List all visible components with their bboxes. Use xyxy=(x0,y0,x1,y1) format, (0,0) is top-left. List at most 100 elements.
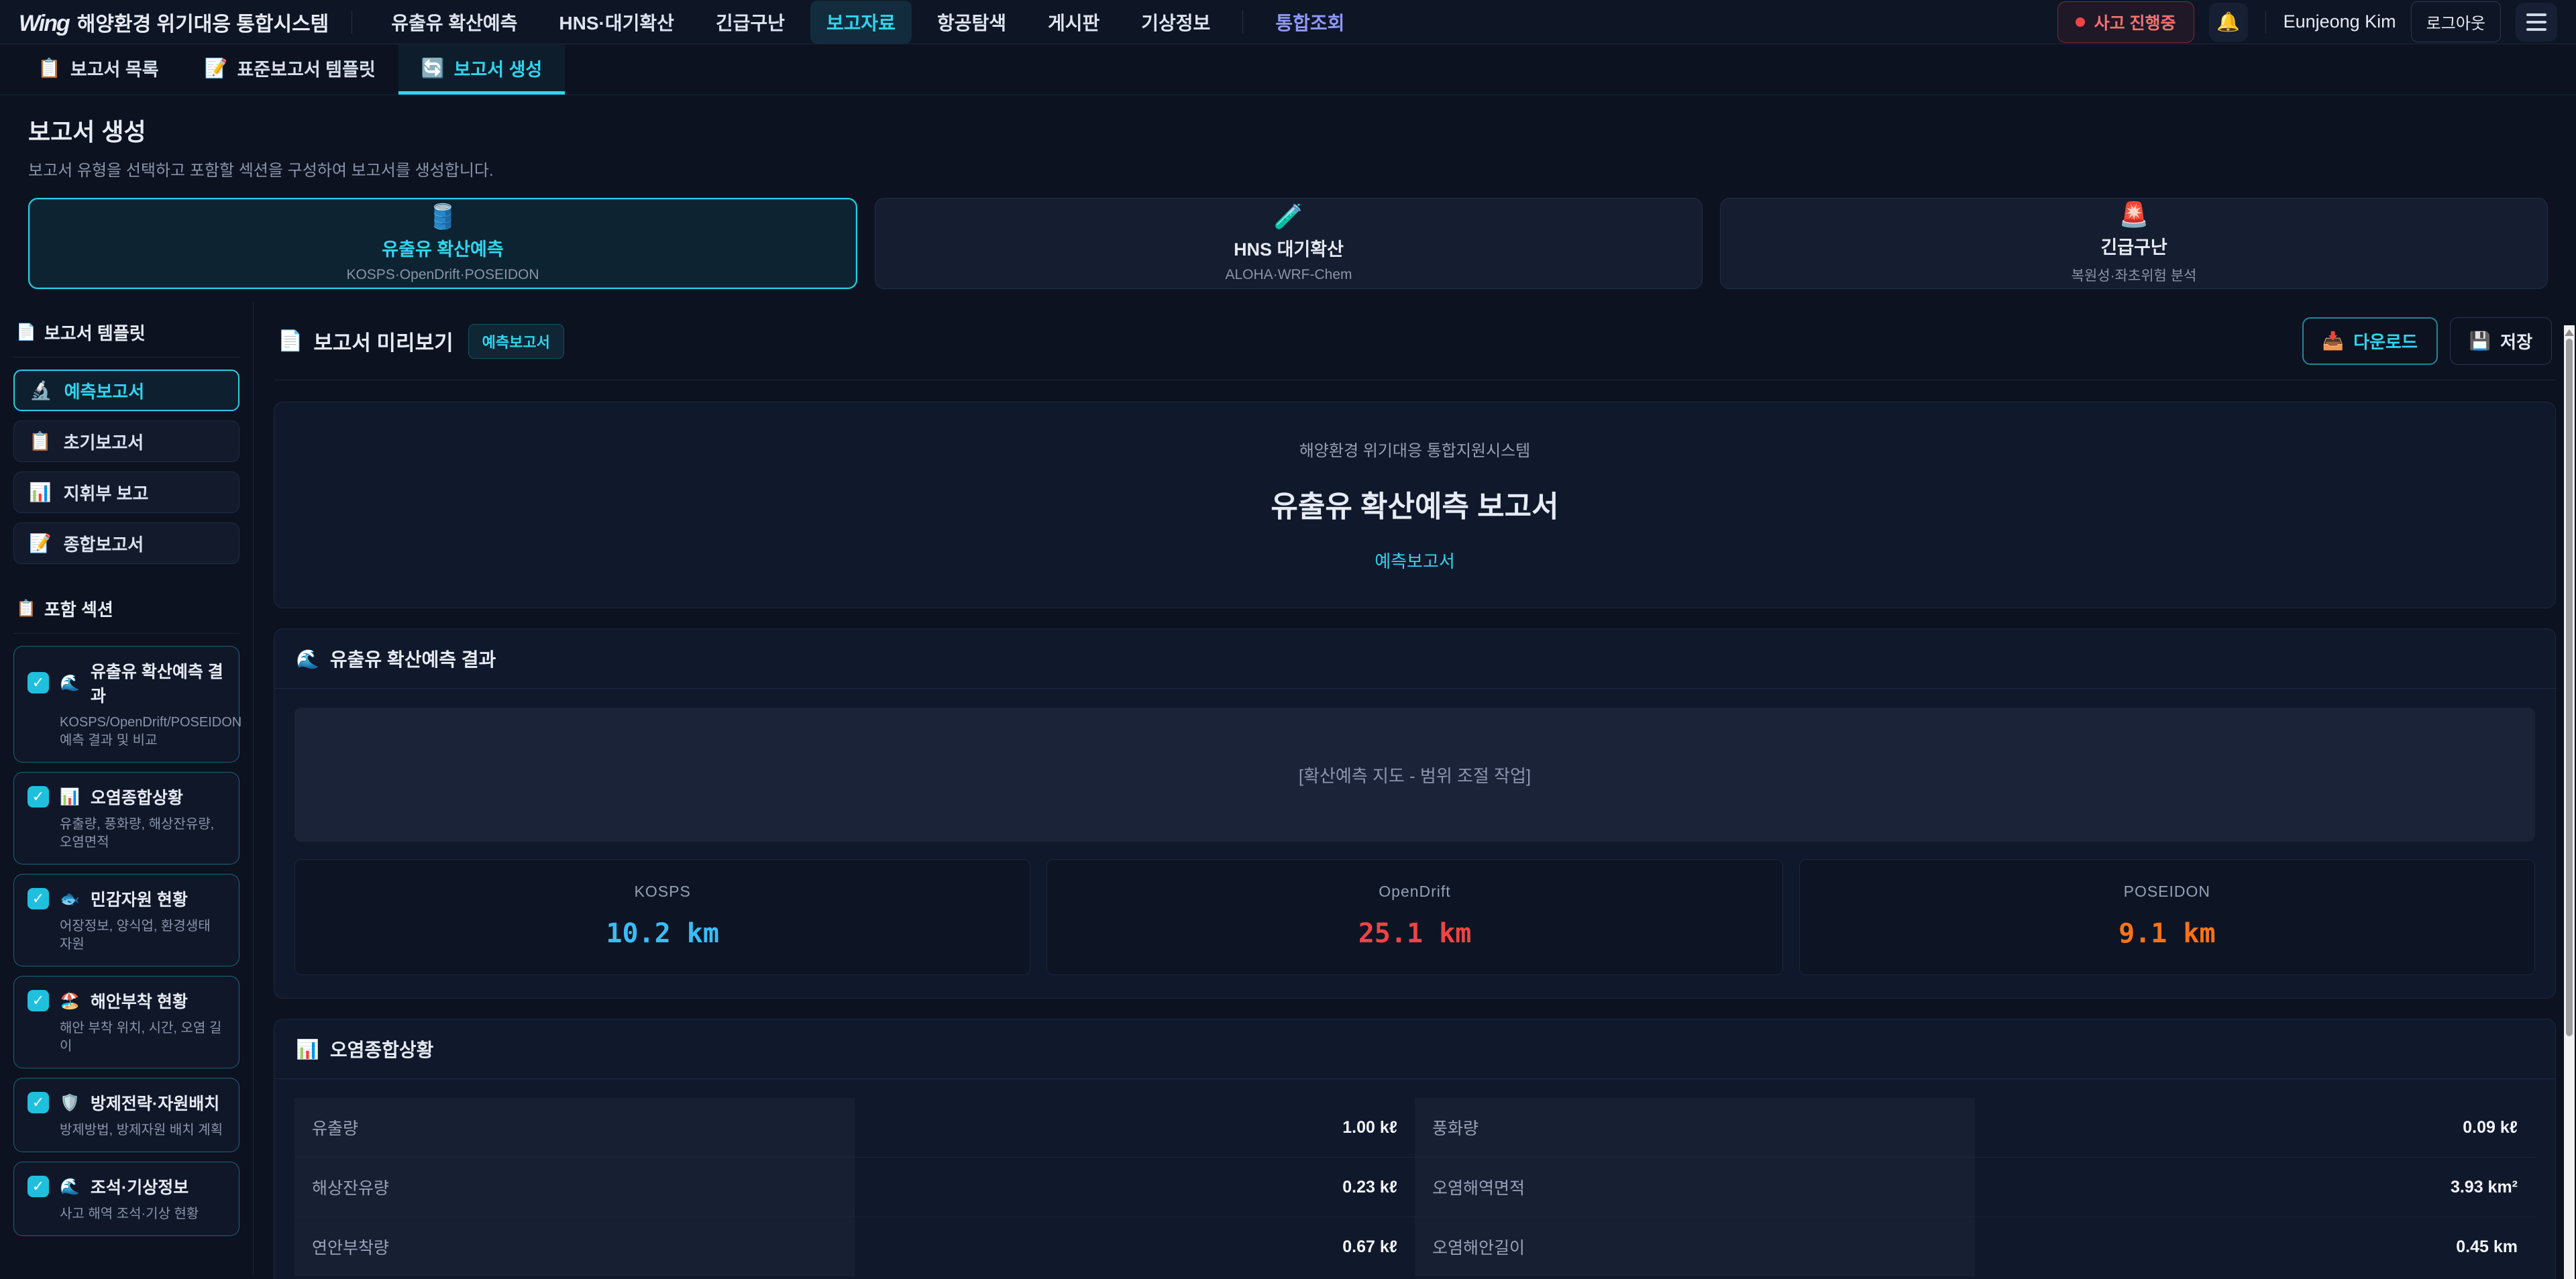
app-logo: Wing 해양환경 위기대응 통합시스템 xyxy=(19,7,329,37)
vertical-scrollbar[interactable] xyxy=(2564,325,2575,1279)
metric-label: POSEIDON xyxy=(1807,883,2528,901)
template-label: 예측보고서 xyxy=(64,378,145,403)
checkbox-checked[interactable]: ✓ xyxy=(28,888,49,909)
section-toggle-shoreline-attachment[interactable]: ✓ 🏖️ 해안부착 현황 해안 부착 위치, 시간, 오염 길이 xyxy=(13,976,239,1068)
logout-button[interactable]: 로그아웃 xyxy=(2411,1,2501,42)
nav-weather-info[interactable]: 기상정보 xyxy=(1125,1,1226,44)
refresh-icon: 🔄 xyxy=(421,57,445,79)
tab-standard-templates[interactable]: 📝 표준보고서 템플릿 xyxy=(182,44,398,95)
report-type-subtitle: KOSPS·OpenDrift·POSEIDON xyxy=(346,267,539,283)
section-toggle-spread-result[interactable]: ✓ 🌊 유출유 확산예측 결과 KOSPS/OpenDrift/POSEIDON… xyxy=(13,646,239,763)
section-desc: 유출량, 풍화량, 해상잔유량, 오염면적 xyxy=(60,816,224,852)
preview-type-badge: 예측보고서 xyxy=(468,324,564,359)
section-toggle-response-strategy[interactable]: ✓ 🛡️ 방제전략·자원배치 방제방법, 방제자원 배치 계획 xyxy=(13,1078,239,1152)
nav-hns-dispersion[interactable]: HNS·대기확산 xyxy=(543,1,690,44)
tab-report-generate[interactable]: 🔄 보고서 생성 xyxy=(398,44,566,95)
tab-label: 표준보고서 템플릿 xyxy=(237,55,375,81)
section-title: 오염종합상황 xyxy=(91,785,183,809)
bar-chart-icon: 📊 xyxy=(29,482,52,503)
page-subtitle: 보고서 유형을 선택하고 포함할 섹션을 구성하여 보고서를 생성합니다. xyxy=(28,157,2548,180)
checkbox-checked[interactable]: ✓ xyxy=(28,1092,49,1113)
pollution-table: 유출량 1.00 kℓ 풍화량 0.09 kℓ 해상잔유량 0.23 kℓ 오염… xyxy=(294,1098,2535,1276)
report-type-title: 긴급구난 xyxy=(2100,233,2167,259)
section-desc: KOSPS/OpenDrift/POSEIDON 예측 결과 및 비교 xyxy=(60,714,224,750)
clipboard-icon: 📋 xyxy=(16,599,36,618)
sidebar-item-comprehensive-report[interactable]: 📝 종합보고서 xyxy=(13,522,239,564)
sidebar-item-command-report[interactable]: 📊 지휘부 보고 xyxy=(13,471,239,513)
download-label: 다운로드 xyxy=(2353,329,2418,353)
report-type-oil-spill[interactable]: 🛢️ 유출유 확산예측 KOSPS·OpenDrift·POSEIDON xyxy=(28,198,857,289)
report-preview: 해양환경 위기대응 통합지원시스템 유출유 확산예측 보고서 예측보고서 🌊 유… xyxy=(274,380,2556,1279)
metric-opendrift: OpenDrift 25.1 km xyxy=(1046,859,1782,975)
section-toggle-pollution-status[interactable]: ✓ 📊 오염종합상황 유출량, 풍화량, 해상잔유량, 오염면적 xyxy=(13,772,239,865)
section-toggle-tide-weather[interactable]: ✓ 🌊 조석·기상정보 사고 해역 조석·기상 현황 xyxy=(13,1162,239,1236)
report-title: 유출유 확산예측 보고서 xyxy=(301,482,2528,525)
metric-value: 25.1 km xyxy=(1054,918,1775,949)
cell-value: 3.93 km² xyxy=(1975,1158,2535,1217)
bar-chart-icon: 📊 xyxy=(60,787,80,807)
hamburger-menu-button[interactable] xyxy=(2516,3,2557,42)
report-subtitle: 예측보고서 xyxy=(301,548,2528,573)
save-button[interactable]: 💾 저장 xyxy=(2450,317,2552,365)
section-title: 민감자원 현황 xyxy=(91,887,188,911)
nav-reports[interactable]: 보고자료 xyxy=(810,1,912,44)
prediction-map-placeholder: [확산예측 지도 - 범위 조절 작업] xyxy=(294,708,2535,842)
metric-value: 10.2 km xyxy=(302,918,1023,949)
clipboard-icon: 📋 xyxy=(29,431,52,452)
report-type-row: 🛢️ 유출유 확산예측 KOSPS·OpenDrift·POSEIDON 🧪 H… xyxy=(0,186,2576,293)
siren-icon: 🚨 xyxy=(2119,203,2149,227)
report-type-title: 유출유 확산예측 xyxy=(382,235,503,261)
cell-label: 유출량 xyxy=(294,1098,855,1158)
report-cover: 해양환경 위기대응 통합지원시스템 유출유 확산예측 보고서 예측보고서 xyxy=(274,402,2556,608)
sidebar-item-forecast-report[interactable]: 🔬 예측보고서 xyxy=(13,370,239,411)
section-title: 방제전략·자원배치 xyxy=(91,1091,219,1115)
checkbox-checked[interactable]: ✓ xyxy=(28,786,49,808)
tab-report-list[interactable]: 📋 보고서 목록 xyxy=(15,44,182,95)
cell-label: 풍화량 xyxy=(1415,1098,1975,1158)
table-row: 유출량 1.00 kℓ 풍화량 0.09 kℓ xyxy=(294,1098,2535,1158)
preview-title: 보고서 미리보기 xyxy=(313,326,453,356)
table-row: 연안부착량 0.67 kℓ 오염해안길이 0.45 km xyxy=(294,1217,2535,1277)
checkbox-checked[interactable]: ✓ xyxy=(28,990,49,1011)
nav-board[interactable]: 게시판 xyxy=(1032,1,1116,44)
scroll-up-arrow-icon[interactable] xyxy=(2565,329,2574,336)
beach-icon: 🏖️ xyxy=(60,991,80,1011)
template-label: 종합보고서 xyxy=(64,531,144,556)
incident-status-label: 사고 진행중 xyxy=(2094,10,2176,34)
cell-label: 오염해역면적 xyxy=(1415,1158,1975,1217)
top-bar: Wing 해양환경 위기대응 통합시스템 유출유 확산예측 HNS·대기확산 긴… xyxy=(0,0,2576,44)
checkbox-checked[interactable]: ✓ xyxy=(28,1176,49,1197)
section-toggle-sensitive-resources[interactable]: ✓ 🐟 민감자원 현황 어장정보, 양식업, 환경생태 자원 xyxy=(13,874,239,966)
report-system-name: 해양환경 위기대응 통합지원시스템 xyxy=(301,437,2528,461)
nav-emergency-rescue[interactable]: 긴급구난 xyxy=(700,1,801,44)
cell-label: 오염해안길이 xyxy=(1415,1217,1975,1277)
report-type-hns[interactable]: 🧪 HNS 대기확산 ALOHA·WRF-Chem xyxy=(875,198,1703,289)
report-type-rescue[interactable]: 🚨 긴급구난 복원성·좌초위험 분석 xyxy=(1720,198,2548,289)
tab-label: 보고서 생성 xyxy=(454,55,543,81)
floppy-disk-icon: 💾 xyxy=(2469,331,2491,351)
cell-label: 해상잔유량 xyxy=(294,1158,855,1217)
top-bar-right: 사고 진행중 🔔 Eunjeong Kim 로그아웃 xyxy=(2057,1,2557,43)
bell-icon: 🔔 xyxy=(2216,11,2240,33)
wave-icon: 🌊 xyxy=(296,648,319,670)
checkbox-checked[interactable]: ✓ xyxy=(28,672,49,693)
microscope-icon: 🔬 xyxy=(30,380,52,401)
map-placeholder-text: [확산예측 지도 - 범위 조절 작업] xyxy=(1299,763,1531,787)
section-title: 유출유 확산예측 결과 xyxy=(91,659,225,707)
report-type-subtitle: ALOHA·WRF-Chem xyxy=(1225,267,1352,283)
pollution-section-header: 📊 오염종합상황 xyxy=(274,1019,2555,1079)
sidebar-item-initial-report[interactable]: 📋 초기보고서 xyxy=(13,421,239,462)
scrollbar-thumb[interactable] xyxy=(2566,339,2573,1036)
download-icon: 📥 xyxy=(2322,331,2344,351)
cell-value: 0.67 kℓ xyxy=(855,1217,1415,1277)
nav-oil-spill-prediction[interactable]: 유출유 확산예측 xyxy=(375,1,533,44)
report-type-title: HNS 대기확산 xyxy=(1234,235,1344,261)
spread-section-title: 유출유 확산예측 결과 xyxy=(330,645,496,672)
download-button[interactable]: 📥 다운로드 xyxy=(2302,317,2438,365)
preview-actions: 📥 다운로드 💾 저장 xyxy=(2302,317,2552,365)
nav-integrated-search[interactable]: 통합조회 xyxy=(1259,1,1360,44)
notifications-button[interactable]: 🔔 xyxy=(2209,3,2248,42)
nav-aerial-search[interactable]: 항공탐색 xyxy=(921,1,1022,44)
divider xyxy=(2265,11,2266,34)
cell-value: 0.09 kℓ xyxy=(1975,1098,2535,1158)
